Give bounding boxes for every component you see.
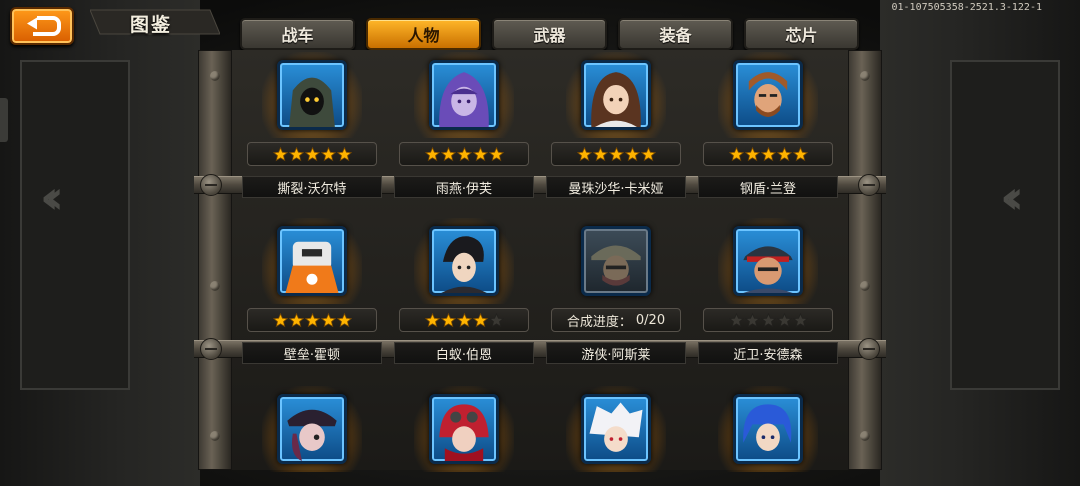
red-hair-character-portrait[interactable] bbox=[429, 394, 499, 464]
star-filled-icon bbox=[336, 312, 352, 327]
star-rating bbox=[703, 308, 833, 332]
character-name: 撕裂·沃尔特 bbox=[242, 176, 382, 198]
star-rating bbox=[551, 142, 681, 166]
left-scroll-handle[interactable] bbox=[0, 98, 8, 142]
star-filled-icon bbox=[304, 312, 320, 327]
back-button[interactable] bbox=[10, 7, 74, 45]
brown-hair-character-portrait[interactable] bbox=[581, 60, 651, 130]
black-hair-character-portrait[interactable] bbox=[429, 226, 499, 296]
tab-chips[interactable]: 芯片 bbox=[744, 18, 859, 50]
build-id-text: 01-107505358-2521.3-122-1 bbox=[891, 2, 1042, 13]
star-empty-icon bbox=[792, 312, 808, 327]
star-filled-icon bbox=[488, 146, 504, 161]
star-filled-icon bbox=[624, 146, 640, 161]
star-filled-icon bbox=[288, 146, 304, 161]
star-rating bbox=[399, 308, 529, 332]
page-title: 图鉴 bbox=[130, 14, 173, 36]
character-name: 近卫·安德森 bbox=[698, 342, 838, 364]
synthesis-progress: 合成进度： 0/20 bbox=[551, 308, 681, 332]
left-door-background: ‹‹ bbox=[0, 0, 200, 486]
purple-hair-character-portrait[interactable] bbox=[429, 60, 499, 130]
character-name: 钢盾·兰登 bbox=[698, 176, 838, 198]
star-filled-icon bbox=[336, 146, 352, 161]
bolt-icon bbox=[200, 338, 222, 360]
bearded-character-portrait[interactable] bbox=[733, 60, 803, 130]
star-filled-icon bbox=[576, 146, 592, 161]
bolt-icon bbox=[858, 174, 880, 196]
character-name: 白蚁·伯恩 bbox=[394, 342, 534, 364]
character-name: 壁垒·霍顿 bbox=[242, 342, 382, 364]
star-rating bbox=[247, 142, 377, 166]
star-filled-icon bbox=[272, 312, 288, 327]
star-empty-icon bbox=[728, 312, 744, 327]
star-filled-icon bbox=[424, 312, 440, 327]
star-filled-icon bbox=[320, 312, 336, 327]
star-filled-icon bbox=[472, 312, 488, 327]
star-filled-icon bbox=[440, 312, 456, 327]
blue-hair-character-portrait[interactable] bbox=[733, 394, 803, 464]
character-name: 游侠·阿斯莱 bbox=[546, 342, 686, 364]
cap-character-portrait[interactable] bbox=[733, 226, 803, 296]
star-filled-icon bbox=[776, 146, 792, 161]
star-filled-icon bbox=[792, 146, 808, 161]
star-rating bbox=[399, 142, 529, 166]
tab-equipment[interactable]: 装备 bbox=[618, 18, 733, 50]
star-filled-icon bbox=[288, 312, 304, 327]
star-filled-icon bbox=[456, 312, 472, 327]
star-filled-icon bbox=[272, 146, 288, 161]
star-filled-icon bbox=[728, 146, 744, 161]
star-filled-icon bbox=[472, 146, 488, 161]
tab-weapons[interactable]: 武器 bbox=[492, 18, 607, 50]
star-filled-icon bbox=[440, 146, 456, 161]
hooded-character-portrait[interactable] bbox=[277, 60, 347, 130]
tab-vehicles[interactable]: 战车 bbox=[240, 18, 355, 50]
shelf-post-left bbox=[198, 50, 232, 470]
star-filled-icon bbox=[592, 146, 608, 161]
star-empty-icon bbox=[744, 312, 760, 327]
bolt-icon bbox=[858, 338, 880, 360]
star-rating bbox=[247, 308, 377, 332]
star-empty-icon bbox=[776, 312, 792, 327]
progress-value: 0/20 bbox=[635, 312, 666, 328]
back-arrow-icon bbox=[27, 16, 61, 36]
white-hair-character-portrait[interactable] bbox=[581, 394, 651, 464]
bolt-icon bbox=[200, 174, 222, 196]
star-filled-icon bbox=[640, 146, 656, 161]
star-rating bbox=[703, 142, 833, 166]
tab-characters[interactable]: 人物 bbox=[366, 18, 481, 50]
character-name: 曼珠沙华·卡米娅 bbox=[546, 176, 686, 198]
shelf-post-right bbox=[848, 50, 882, 470]
category-tabs: 战车 人物 武器 装备 芯片 bbox=[240, 18, 859, 50]
pirate-hat-character-portrait[interactable] bbox=[277, 394, 347, 464]
right-door-background: ‹‹ bbox=[880, 0, 1080, 486]
star-filled-icon bbox=[304, 146, 320, 161]
star-empty-icon bbox=[760, 312, 776, 327]
star-filled-icon bbox=[320, 146, 336, 161]
star-filled-icon bbox=[608, 146, 624, 161]
star-filled-icon bbox=[760, 146, 776, 161]
star-empty-icon bbox=[488, 312, 504, 327]
character-name: 雨燕·伊芙 bbox=[394, 176, 534, 198]
mech-character-portrait[interactable] bbox=[277, 226, 347, 296]
star-filled-icon bbox=[424, 146, 440, 161]
star-filled-icon bbox=[744, 146, 760, 161]
locked-character-portrait[interactable] bbox=[581, 226, 651, 296]
star-filled-icon bbox=[456, 146, 472, 161]
